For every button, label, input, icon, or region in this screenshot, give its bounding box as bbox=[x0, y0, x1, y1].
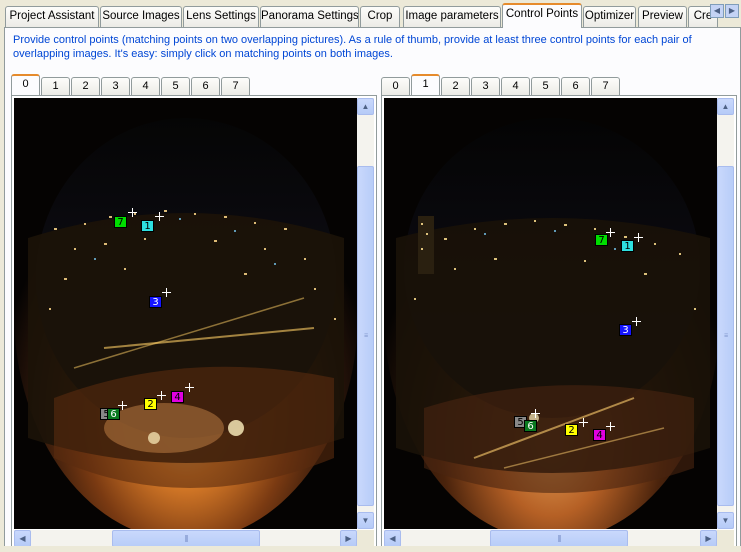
left-control-point-4[interactable]: 4 bbox=[171, 391, 184, 403]
right-control-point-2[interactable]: 2 bbox=[565, 424, 578, 436]
right-cp-4-crosshair-icon bbox=[606, 422, 615, 431]
right-cp-6-crosshair-icon bbox=[531, 409, 540, 418]
right-control-point-3[interactable]: 3 bbox=[619, 324, 632, 336]
left-scroll-corner bbox=[357, 530, 374, 547]
right-image-tab-1[interactable]: 1 bbox=[411, 74, 440, 95]
left-cp-1-crosshair-icon bbox=[155, 212, 164, 221]
chevron-right-icon[interactable]: ▶ bbox=[725, 4, 739, 18]
left-cp-3-crosshair-icon bbox=[162, 288, 171, 297]
right-panorama-image[interactable]: 7 1 3 5 6 2 4 bbox=[384, 98, 717, 529]
right-cp-1-crosshair-icon bbox=[634, 233, 643, 242]
right-cp-3-crosshair-icon bbox=[632, 317, 641, 326]
scroll-up-icon[interactable]: ▲ bbox=[357, 98, 374, 115]
right-cp-2-crosshair-icon bbox=[579, 418, 588, 427]
scroll-down-icon[interactable]: ▼ bbox=[717, 512, 734, 529]
right-vertical-scrollbar[interactable]: ▲ ≡ ▼ bbox=[717, 98, 734, 529]
left-image-tab-1[interactable]: 1 bbox=[41, 77, 70, 95]
scroll-left-icon[interactable]: ◀ bbox=[384, 530, 401, 547]
right-image-tab-6[interactable]: 6 bbox=[561, 77, 590, 95]
right-horizontal-scrollbar[interactable]: ◀ ||| ▶ bbox=[384, 530, 717, 547]
instructions-text: Provide control points (matching points … bbox=[13, 34, 692, 60]
scroll-right-icon[interactable]: ▶ bbox=[700, 530, 717, 547]
left-image-pane: 0 1 2 3 4 5 6 7 7 1 3 4 2 6 ▲ ≡ ▼ ◀ ||| … bbox=[11, 73, 377, 551]
right-control-point-6[interactable]: 6 bbox=[524, 420, 537, 432]
left-panorama-image[interactable]: 7 1 3 4 2 5 6 bbox=[14, 98, 357, 529]
main-tab-bar: Project Assistant Source Images Lens Set… bbox=[0, 0, 741, 28]
left-image-tab-0[interactable]: 0 bbox=[11, 74, 40, 95]
chevron-left-icon[interactable]: ◀ bbox=[710, 4, 724, 18]
left-image-tab-5[interactable]: 5 bbox=[161, 77, 190, 95]
right-photo-render bbox=[384, 98, 717, 529]
left-control-point-2[interactable]: 2 bbox=[144, 398, 157, 410]
scroll-up-icon[interactable]: ▲ bbox=[717, 98, 734, 115]
tab-project-assistant[interactable]: Project Assistant bbox=[5, 6, 99, 27]
left-vertical-scroll-thumb[interactable]: ≡ bbox=[357, 166, 374, 506]
right-horizontal-scroll-thumb[interactable]: ||| bbox=[490, 530, 628, 547]
left-control-point-3[interactable]: 3 bbox=[149, 296, 162, 308]
right-vertical-scroll-thumb[interactable]: ≡ bbox=[717, 166, 734, 506]
right-image-pane: 0 1 2 3 4 5 6 7 7 1 3 5 6 2 4 ▲ ≡ ▼ ◀ ||… bbox=[381, 73, 737, 551]
tab-optimizer[interactable]: Optimizer bbox=[583, 6, 636, 27]
right-image-tab-7[interactable]: 7 bbox=[591, 77, 620, 95]
tab-image-parameters[interactable]: Image parameters bbox=[403, 6, 501, 27]
scroll-down-icon[interactable]: ▼ bbox=[357, 512, 374, 529]
tab-scroll-buttons: ◀ ▶ bbox=[710, 4, 739, 18]
left-cp-6-crosshair-icon bbox=[118, 401, 127, 410]
tab-lens-settings[interactable]: Lens Settings bbox=[183, 6, 259, 27]
right-control-point-4[interactable]: 4 bbox=[593, 429, 606, 441]
right-image-tab-4[interactable]: 4 bbox=[501, 77, 530, 95]
left-image-tab-4[interactable]: 4 bbox=[131, 77, 160, 95]
left-image-tab-3[interactable]: 3 bbox=[101, 77, 130, 95]
left-image-viewer: 7 1 3 4 2 5 6 ▲ ≡ ▼ ◀ ||| bbox=[11, 95, 377, 551]
scroll-left-icon[interactable]: ◀ bbox=[14, 530, 31, 547]
right-image-tab-2[interactable]: 2 bbox=[441, 77, 470, 95]
left-photo-render bbox=[14, 98, 357, 529]
right-image-tab-3[interactable]: 3 bbox=[471, 77, 500, 95]
left-horizontal-scrollbar[interactable]: ◀ ||| ▶ bbox=[14, 530, 357, 547]
left-vertical-scrollbar[interactable]: ▲ ≡ ▼ bbox=[357, 98, 374, 529]
left-horizontal-scroll-thumb[interactable]: ||| bbox=[112, 530, 260, 547]
right-image-viewer: 7 1 3 5 6 2 4 ▲ ≡ ▼ ◀ ||| ▶ bbox=[381, 95, 737, 551]
tab-panorama-settings[interactable]: Panorama Settings bbox=[260, 6, 359, 27]
left-cp-2-crosshair-icon bbox=[157, 391, 166, 400]
left-image-tab-6[interactable]: 6 bbox=[191, 77, 220, 95]
right-control-point-1[interactable]: 1 bbox=[621, 240, 634, 252]
scroll-right-icon[interactable]: ▶ bbox=[340, 530, 357, 547]
left-image-tab-2[interactable]: 2 bbox=[71, 77, 100, 95]
left-control-point-1[interactable]: 1 bbox=[141, 220, 154, 232]
tab-crop[interactable]: Crop bbox=[360, 6, 400, 27]
tab-source-images[interactable]: Source Images bbox=[100, 6, 182, 27]
right-image-tab-5[interactable]: 5 bbox=[531, 77, 560, 95]
left-cp-4-crosshair-icon bbox=[185, 383, 194, 392]
tab-preview[interactable]: Preview bbox=[638, 6, 687, 27]
left-control-point-7[interactable]: 7 bbox=[114, 216, 127, 228]
left-image-tab-7[interactable]: 7 bbox=[221, 77, 250, 95]
control-points-panel: Provide control points (matching points … bbox=[4, 27, 741, 552]
tab-control-points[interactable]: Control Points bbox=[502, 3, 582, 28]
bottom-strip bbox=[0, 546, 741, 552]
right-cp-7-crosshair-icon bbox=[606, 228, 615, 237]
right-scroll-corner bbox=[717, 530, 734, 547]
left-cp-7-crosshair-icon bbox=[128, 208, 137, 217]
right-image-tab-0[interactable]: 0 bbox=[381, 77, 410, 95]
